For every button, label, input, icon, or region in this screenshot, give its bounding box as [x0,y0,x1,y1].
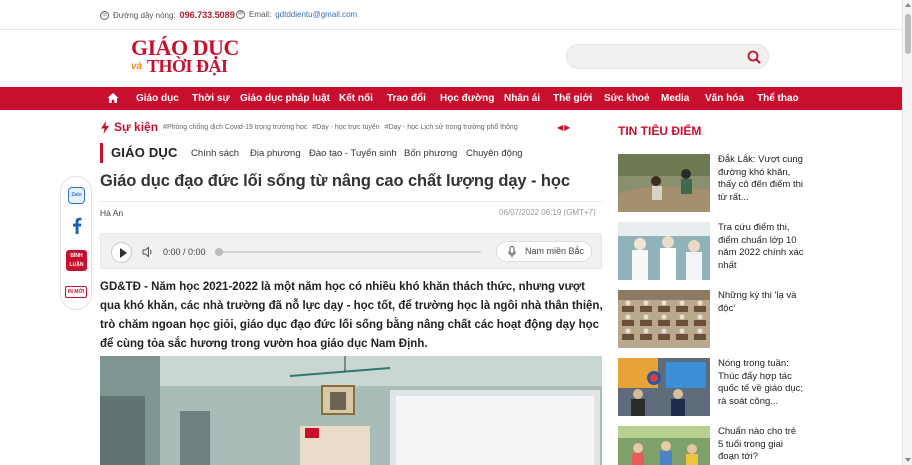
comment-button[interactable]: BÌNH LUẬN [66,250,87,271]
nav-item-van-hoa[interactable]: Văn hóa [705,87,744,110]
page-scrollbar[interactable] [902,0,912,465]
site-logo[interactable]: GIÁO DỤC và THỜI ĐẠI [131,37,241,79]
subcategory-bon-phuong[interactable]: Bốn phương [404,148,457,159]
news-thumbnail-image [618,358,710,416]
news-thumbnail-image [618,222,710,280]
news-headline[interactable]: Nóng trong tuần: Thúc đẩy hợp tác quốc t… [718,358,804,408]
search-input[interactable] [567,45,737,68]
article-author[interactable]: Hà An [100,208,123,218]
title-divider [100,201,602,202]
nav-item-thoi-su[interactable]: Thời sự [192,87,230,110]
news-headline[interactable]: Chuẩn nào cho trẻ 5 tuổi trong giai đoạn… [718,426,804,464]
news-thumbnail-image [618,426,710,465]
subcategory-dia-phuong[interactable]: Địa phương [250,148,301,159]
subcategory-chinh-sach[interactable]: Chính sách [191,148,239,159]
nav-item-trao-doi[interactable]: Trao đổi [387,87,426,110]
print-button[interactable]: IN MỚI [65,286,87,298]
news-thumbnail[interactable] [618,222,710,280]
article-sapo: GD&TĐ - Năm học 2021-2022 là một năm học… [100,281,603,350]
lightning-icon [101,120,109,134]
logo-text-thoi-dai: THỜI ĐẠI [147,56,228,76]
microphone-icon [508,246,516,258]
article-title: Giáo dục đạo đức lối sống từ nâng cao ch… [100,172,570,190]
nav-item-ket-noi[interactable]: Kết nối [339,87,373,110]
news-thumbnail-image [618,154,710,212]
event-tag[interactable]: #Dạy - học Lịch sử trong trường phổ thôn… [385,124,518,131]
facebook-icon[interactable] [70,217,83,234]
hotline: ☏ Đường dây nóng: 096.733.5089 [100,10,235,20]
scroll-down-icon[interactable] [905,458,911,462]
news-thumbnail[interactable] [618,358,710,416]
nav-item-giao-duc-phap-luat[interactable]: Giáo dục pháp luật [240,87,330,110]
search-icon[interactable] [746,49,762,65]
classroom-photo [100,356,602,465]
category-title[interactable]: GIÁO DỤC [111,145,178,160]
nav-item-the-thao[interactable]: Thể thao [757,87,799,110]
events-title: Sự kiện [114,120,159,134]
search-box [566,44,769,69]
category-accent [100,142,103,163]
audio-player: 0:00 / 0:00 Nam miền Bắc [100,233,602,269]
subcategory-chuyen-dong[interactable]: Chuyên động [466,148,523,159]
news-thumbnail[interactable] [618,290,710,348]
nav-item-nhan-ai[interactable]: Nhân ái [504,87,540,110]
volume-icon[interactable] [142,246,154,258]
event-tag[interactable]: #Dạy - học trực tuyến [312,124,379,131]
category-bar: GIÁO DỤC [100,142,196,163]
nav-item-the-gioi[interactable]: Thế giới [553,87,592,110]
sidebar-title: TIN TIÊU ĐIỂM [618,124,702,138]
news-headline[interactable]: Đắk Lắk: Vượt cung đường khó khăn, thấy … [718,154,804,204]
page: ☏ Đường dây nóng: 096.733.5089 ✉ Email: … [0,0,912,465]
hotline-number[interactable]: 096.733.5089 [180,10,235,20]
nav-item-media[interactable]: Media [661,87,689,110]
print-label: IN MỚI [67,289,85,295]
news-headline[interactable]: Những kỳ thi 'lạ và độc' [718,290,804,315]
article-main-image[interactable] [100,356,602,465]
comment-label-2: LUẬN [69,262,84,268]
scroll-thumb[interactable] [905,14,911,54]
news-thumbnail-image [618,290,710,348]
nav-item-giao-duc[interactable]: Giáo dục [136,87,179,110]
events-scroll-arrows[interactable]: ◀▶ [557,123,571,132]
news-headline[interactable]: Tra cứu điểm thi, điểm chuẩn lớp 10 năm … [718,222,804,272]
audio-time: 0:00 / 0:00 [163,247,206,257]
main-nav: Giáo dục Thời sự Giáo dục pháp luật Kết … [0,87,912,110]
comment-label-1: BÌNH [70,253,83,259]
zalo-share-button[interactable]: Zalo [68,187,85,204]
events-bar: Sự kiện #Phòng chống dịch Covid-19 trong… [100,119,523,135]
news-thumbnail[interactable] [618,426,710,465]
zalo-icon: Zalo [71,192,82,198]
hotline-label: Đường dây nóng: [113,10,176,20]
email: ✉ Email: gdtddientu@gmail.com [236,10,357,19]
audio-progress-handle[interactable] [215,248,223,256]
news-thumbnail[interactable] [618,154,710,212]
email-label: Email: [249,10,272,19]
scroll-up-icon[interactable] [905,3,911,7]
email-link[interactable]: gdtddientu@gmail.com [275,10,357,19]
nav-item-suc-khoe[interactable]: Sức khoẻ [604,87,650,110]
logo-text-va: và [131,61,143,72]
audio-progress-track[interactable] [215,251,481,253]
voice-label: Nam miền Bắc [525,246,585,256]
voice-select-button[interactable]: Nam miền Bắc [496,241,592,262]
top-contact-bar: ☏ Đường dây nóng: 096.733.5089 ✉ Email: … [0,0,912,30]
mail-icon: ✉ [236,10,245,19]
play-button[interactable] [111,242,132,263]
subcategory-dao-tao-tuyen-sinh[interactable]: Đào tạo - Tuyển sinh [309,148,397,159]
phone-icon: ☏ [100,10,109,20]
event-tag[interactable]: #Phòng chống dịch Covid-19 trong trường … [163,124,307,131]
nav-item-hoc-duong[interactable]: Học đường [440,87,494,110]
home-icon[interactable] [107,92,119,104]
article-date: 06/07/2022 06:19 (GMT+7) [499,208,596,217]
